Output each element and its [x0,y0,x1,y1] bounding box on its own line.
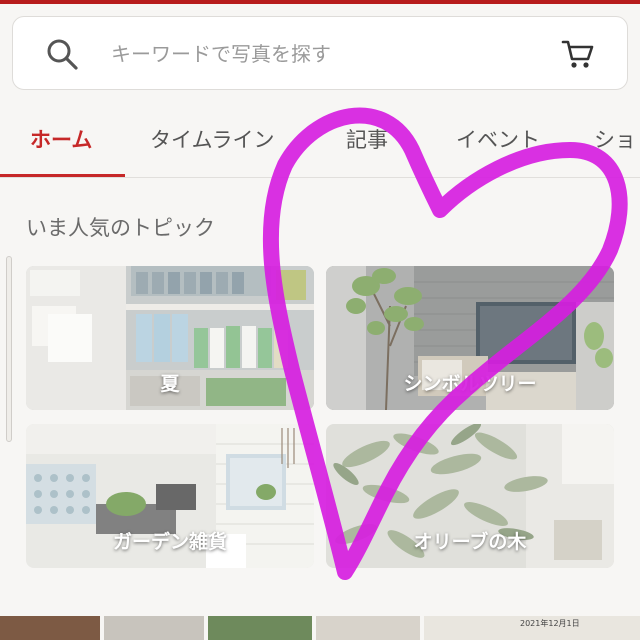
tab-articles[interactable]: 記事 [346,124,388,164]
topic-tile-olive-tree[interactable]: オリーブの木 [326,424,614,568]
nav-tabs: ホーム タイムライン 記事 イベント ショ [0,108,640,178]
tab-timeline[interactable]: タイムライン [150,124,275,164]
tab-home[interactable]: ホーム [30,124,92,164]
topic-label: オリーブの木 [413,531,527,553]
search-input[interactable] [111,33,531,75]
tab-events[interactable]: イベント [456,124,540,164]
feed-photo[interactable] [104,616,204,640]
search-bar[interactable] [12,16,628,90]
cart-icon[interactable] [561,37,595,71]
scrollbar[interactable] [6,256,12,442]
topic-label: シンボルツリー [403,373,537,395]
section-title: いま人気のトピック [26,216,215,240]
topic-tile-garden-goods[interactable]: ガーデン雑貨 [26,424,314,568]
topic-label: ガーデン雑貨 [112,531,227,553]
top-accent-bar [0,0,640,4]
topic-tile-summer[interactable]: 夏 [26,266,314,410]
topic-label: 夏 [160,373,180,395]
search-icon[interactable] [45,37,79,71]
feed-photo[interactable] [316,616,420,640]
topic-tile-symbol-tree[interactable]: シンボルツリー [326,266,614,410]
photo-date-stamp: 2021年12月1日 [520,619,580,628]
feed-photo[interactable] [208,616,312,640]
photo-feed-strip: 2021年12月1日 [0,616,640,640]
feed-photo[interactable] [0,616,100,640]
tab-shop[interactable]: ショ [594,124,636,164]
active-tab-indicator [0,174,125,177]
